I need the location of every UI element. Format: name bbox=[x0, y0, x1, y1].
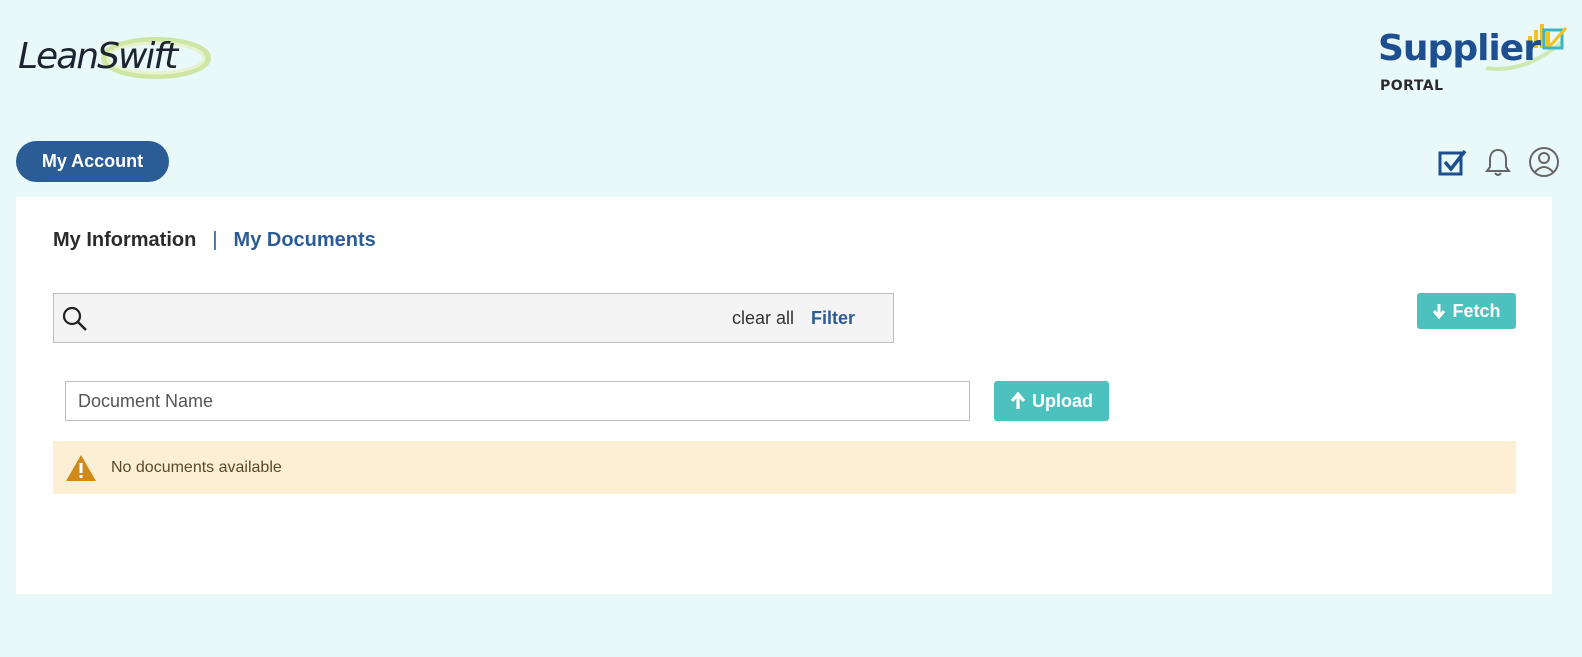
checkbox-icon[interactable] bbox=[1436, 146, 1468, 178]
no-documents-alert: No documents available bbox=[53, 441, 1516, 494]
fetch-label: Fetch bbox=[1452, 300, 1501, 321]
main-panel: My Information | My Documents clear all … bbox=[16, 197, 1552, 594]
upload-button[interactable]: Upload bbox=[994, 381, 1109, 421]
logo-text: LeanSwift bbox=[18, 36, 178, 77]
filter-link[interactable]: Filter bbox=[811, 308, 855, 329]
logo-subtitle: PORTAL bbox=[1380, 78, 1444, 94]
logo-text-swift: Swift bbox=[97, 36, 178, 77]
upload-label: Upload bbox=[1032, 390, 1093, 411]
bell-icon[interactable] bbox=[1482, 146, 1514, 178]
leanswift-logo: LeanSwift bbox=[16, 34, 212, 82]
tab-my-information[interactable]: My Information bbox=[53, 229, 196, 252]
search-bar: clear all Filter bbox=[53, 293, 894, 343]
document-name-input[interactable] bbox=[65, 381, 970, 421]
supplier-portal-logo: Supplier PORTAL bbox=[1368, 14, 1568, 98]
header-icon-bar bbox=[1436, 146, 1560, 178]
alert-message: No documents available bbox=[111, 458, 282, 476]
arrow-down-icon bbox=[1433, 304, 1446, 319]
clear-all-link[interactable]: clear all bbox=[732, 308, 794, 329]
search-icon bbox=[62, 306, 87, 331]
user-icon[interactable] bbox=[1528, 146, 1560, 178]
search-input[interactable] bbox=[96, 300, 716, 336]
my-account-button[interactable]: My Account bbox=[16, 141, 169, 182]
tab-my-documents[interactable]: My Documents bbox=[234, 229, 376, 252]
fetch-button[interactable]: Fetch bbox=[1417, 293, 1516, 329]
warning-icon bbox=[66, 454, 96, 481]
logo-text-lean: Lean bbox=[18, 36, 99, 77]
tabs: My Information | My Documents bbox=[53, 229, 376, 252]
arrow-up-icon bbox=[1010, 392, 1026, 409]
tab-separator: | bbox=[212, 229, 218, 251]
logo-title: Supplier bbox=[1378, 28, 1541, 69]
